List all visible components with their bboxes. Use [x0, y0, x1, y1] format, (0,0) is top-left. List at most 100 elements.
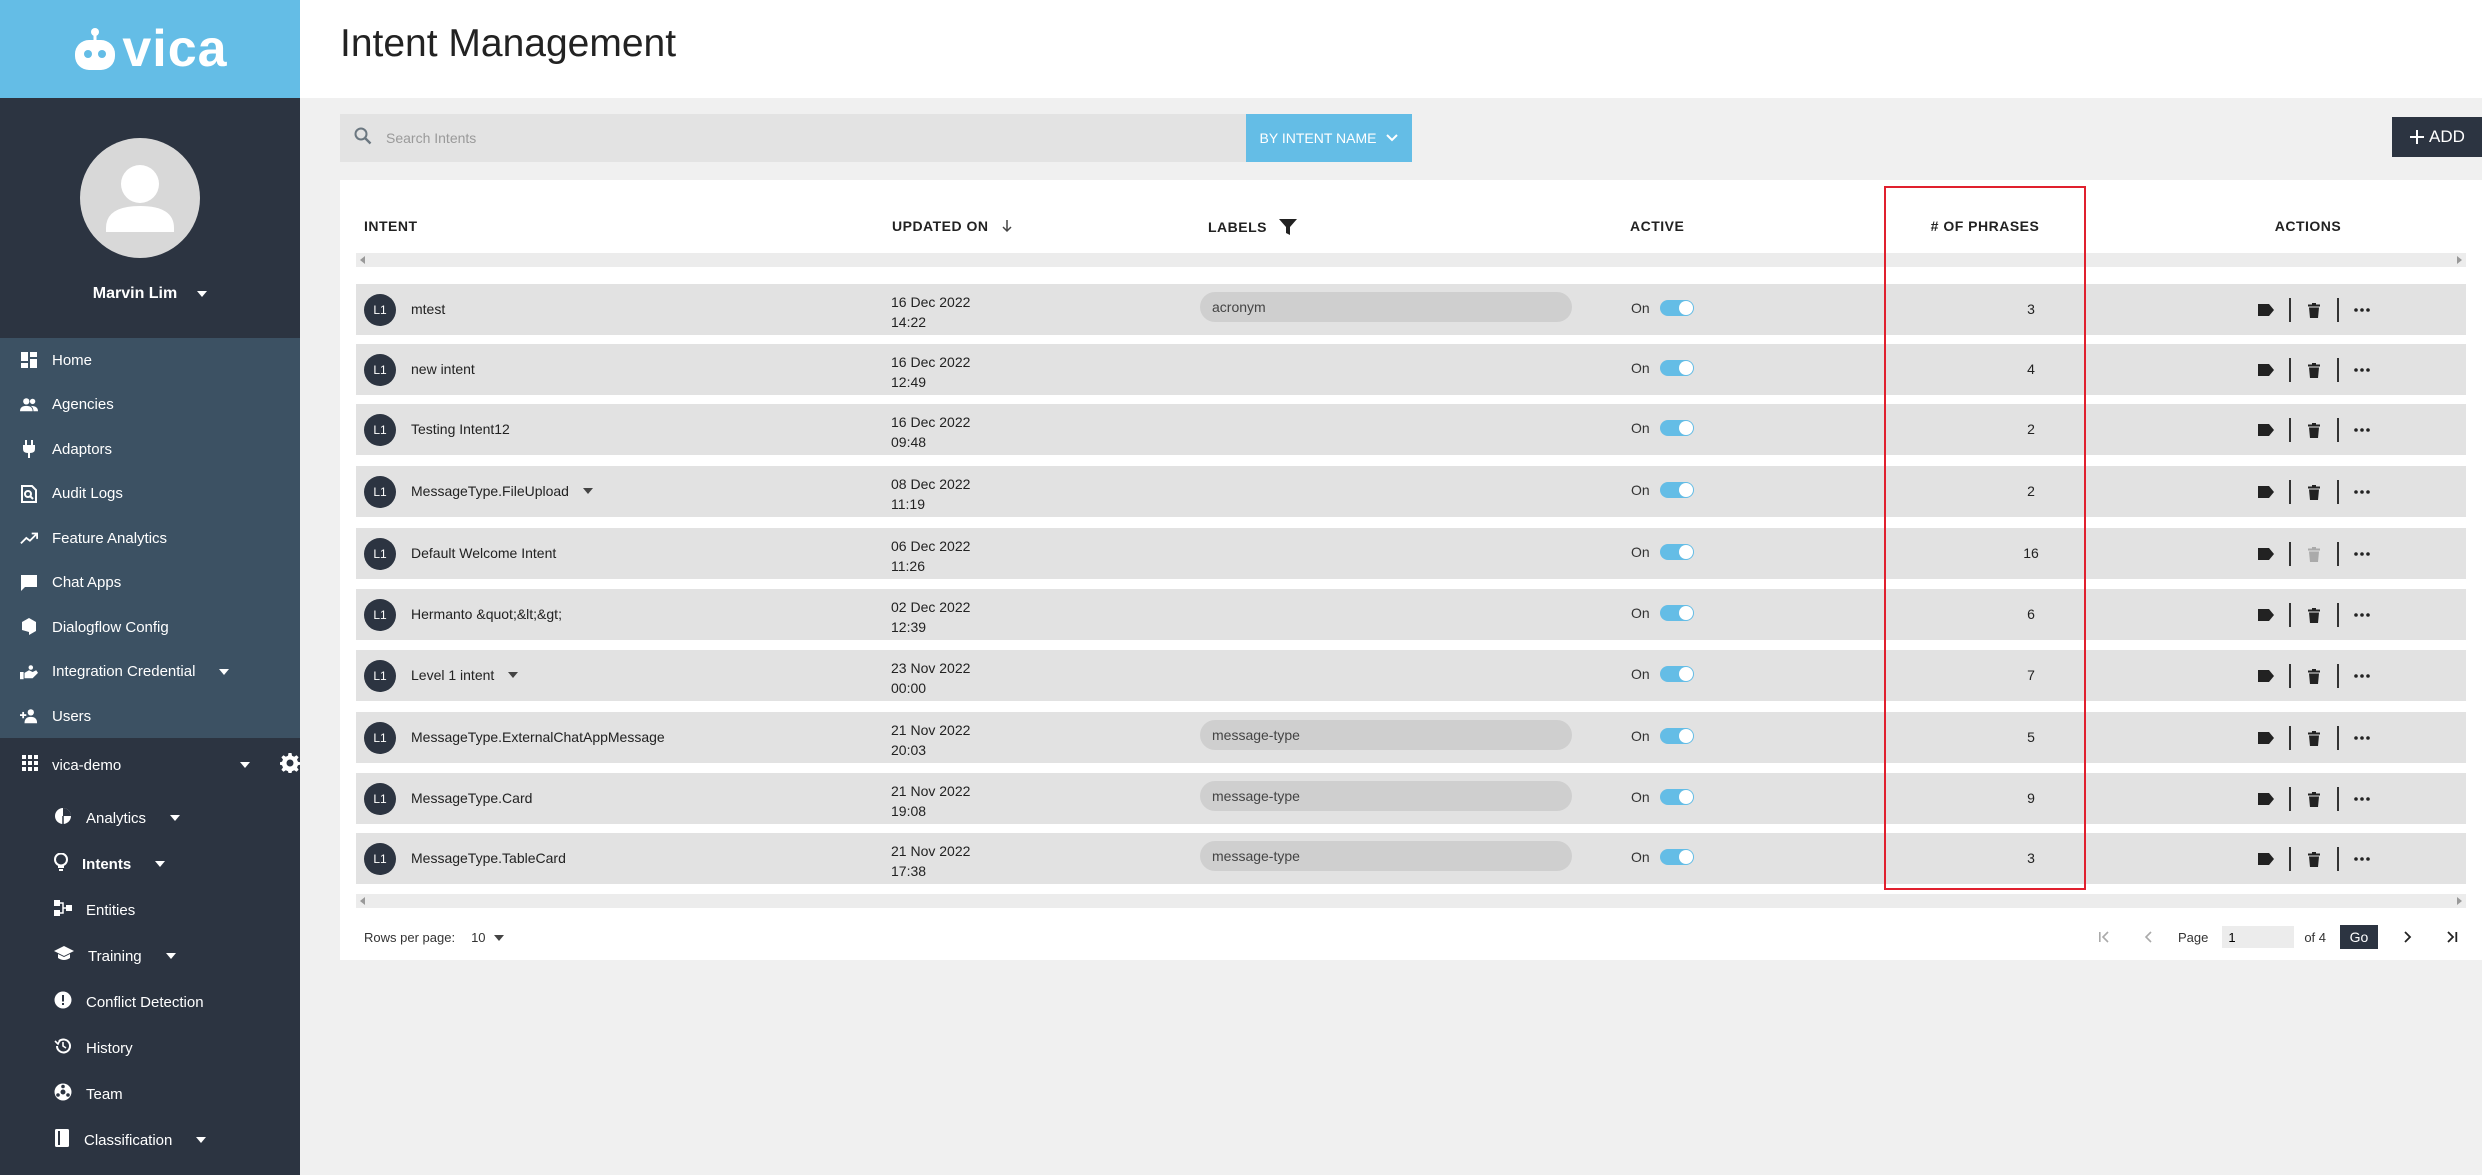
delete-icon[interactable]	[2302, 603, 2326, 627]
chevron-down-icon[interactable]	[240, 762, 250, 768]
table-row[interactable]: L1 MessageType.TableCard 21 Nov 2022 17:38 m…	[356, 833, 2466, 884]
label-chip[interactable]: message-type	[1200, 841, 1572, 871]
search-input[interactable]	[386, 130, 1206, 146]
more-options-icon[interactable]	[2350, 298, 2374, 322]
nav-item-classification[interactable]: Classification	[0, 1117, 300, 1163]
label-tag-icon[interactable]	[2254, 787, 2278, 811]
col-header-labels[interactable]: LABELS	[1208, 218, 1297, 236]
more-options-icon[interactable]	[2350, 847, 2374, 871]
active-toggle[interactable]	[1659, 666, 1694, 682]
search-filter-dropdown[interactable]: BY INTENT NAME	[1246, 114, 1412, 162]
label-tag-icon[interactable]	[2254, 542, 2278, 566]
rows-per-page-select[interactable]: 10	[471, 930, 504, 945]
label-tag-icon[interactable]	[2254, 726, 2278, 750]
active-toggle[interactable]	[1659, 360, 1694, 376]
next-page-icon[interactable]	[2392, 922, 2422, 952]
active-toggle[interactable]	[1659, 482, 1694, 498]
more-options-icon[interactable]	[2350, 787, 2374, 811]
table-row[interactable]: L1 MessageType.FileUpload 08 Dec 2022 11:19…	[356, 466, 2466, 517]
col-header-phrases[interactable]: # OF PHRASES	[1885, 218, 2085, 234]
nav-item-dialogflow-config[interactable]: Dialogflow Config	[0, 605, 300, 650]
label-tag-icon[interactable]	[2254, 298, 2278, 322]
active-toggle[interactable]	[1659, 849, 1694, 865]
delete-icon[interactable]	[2302, 726, 2326, 750]
nav-item-agencies[interactable]: Agencies	[0, 383, 300, 428]
more-options-icon[interactable]	[2350, 542, 2374, 566]
label-tag-icon[interactable]	[2254, 358, 2278, 382]
col-header-intent[interactable]: INTENT	[364, 218, 418, 234]
nav-item-history[interactable]: History	[0, 1025, 300, 1071]
nav-item-team[interactable]: Team	[0, 1071, 300, 1117]
more-options-icon[interactable]	[2350, 726, 2374, 750]
page-number-input[interactable]	[2222, 926, 2295, 948]
delete-icon[interactable]	[2302, 358, 2326, 382]
intent-name-cell[interactable]: MessageType.TableCard	[411, 850, 566, 866]
user-menu[interactable]: Marvin Lim	[0, 285, 300, 303]
add-intent-button[interactable]: ADD	[2392, 117, 2482, 157]
intent-name-cell[interactable]: MessageType.FileUpload	[411, 483, 593, 499]
scroll-left-icon[interactable]	[360, 256, 365, 264]
table-row[interactable]: L1 MessageType.Card 21 Nov 2022 19:08 messag…	[356, 773, 2466, 824]
gear-icon[interactable]	[280, 753, 300, 777]
label-chip[interactable]: message-type	[1200, 720, 1572, 750]
active-toggle[interactable]	[1659, 605, 1694, 621]
table-row[interactable]: L1 Default Welcome Intent 06 Dec 2022 11:26…	[356, 528, 2466, 579]
intent-name-cell[interactable]: Testing Intent12	[411, 421, 510, 437]
more-options-icon[interactable]	[2350, 358, 2374, 382]
table-row[interactable]: L1 Level 1 intent 23 Nov 2022 00:00 On 7	[356, 650, 2466, 701]
active-toggle[interactable]	[1659, 728, 1694, 744]
sort-arrow-down-icon[interactable]	[1001, 219, 1013, 233]
delete-icon[interactable]	[2302, 664, 2326, 688]
nav-item-intents[interactable]: Intents	[0, 841, 300, 887]
active-toggle[interactable]	[1659, 420, 1694, 436]
delete-icon[interactable]	[2302, 787, 2326, 811]
more-options-icon[interactable]	[2350, 603, 2374, 627]
horizontal-scrollbar-bottom[interactable]	[356, 894, 2466, 908]
scroll-left-icon[interactable]	[360, 897, 365, 905]
intent-name-cell[interactable]: MessageType.Card	[411, 790, 532, 806]
table-row[interactable]: L1 mtest 16 Dec 2022 14:22 acronym On 3	[356, 284, 2466, 335]
label-tag-icon[interactable]	[2254, 603, 2278, 627]
nav-item-integration-credential[interactable]: Integration Credential	[0, 650, 300, 695]
nav-item-conflict-detection[interactable]: Conflict Detection	[0, 979, 300, 1025]
logo[interactable]: vica	[72, 19, 227, 79]
more-options-icon[interactable]	[2350, 418, 2374, 442]
nav-item-users[interactable]: Users	[0, 694, 300, 739]
workspace-selector[interactable]: vica-demo	[0, 745, 300, 785]
nav-item-entities[interactable]: Entities	[0, 887, 300, 933]
active-toggle[interactable]	[1659, 789, 1694, 805]
scroll-right-icon[interactable]	[2457, 256, 2462, 264]
table-row[interactable]: L1 new intent 16 Dec 2022 12:49 On 4	[356, 344, 2466, 395]
label-tag-icon[interactable]	[2254, 847, 2278, 871]
last-page-icon[interactable]	[2436, 922, 2466, 952]
delete-icon[interactable]	[2302, 480, 2326, 504]
table-row[interactable]: L1 Hermanto &quot;&lt;&gt; 02 Dec 2022 12:3…	[356, 589, 2466, 640]
filter-icon[interactable]	[1279, 218, 1297, 236]
previous-page-icon[interactable]	[2134, 922, 2164, 952]
active-toggle[interactable]	[1659, 544, 1694, 560]
intent-name-cell[interactable]: mtest	[411, 301, 445, 317]
col-header-updated-on[interactable]: UPDATED ON	[892, 218, 1013, 234]
intent-name-cell[interactable]: MessageType.ExternalChatAppMessage	[411, 729, 665, 745]
nav-item-audit-logs[interactable]: Audit Logs	[0, 472, 300, 517]
nav-item-chat-apps[interactable]: Chat Apps	[0, 561, 300, 606]
more-options-icon[interactable]	[2350, 480, 2374, 504]
nav-item-training[interactable]: Training	[0, 933, 300, 979]
active-toggle[interactable]	[1659, 300, 1694, 316]
label-tag-icon[interactable]	[2254, 418, 2278, 442]
nav-item-analytics[interactable]: Analytics	[0, 795, 300, 841]
delete-icon[interactable]	[2302, 418, 2326, 442]
chevron-down-icon[interactable]	[582, 488, 593, 494]
intent-name-cell[interactable]: Level 1 intent	[411, 667, 519, 683]
nav-item-home[interactable]: Home	[0, 338, 300, 383]
avatar[interactable]	[80, 138, 200, 258]
chevron-down-icon[interactable]	[508, 672, 519, 678]
first-page-icon[interactable]	[2090, 922, 2120, 952]
delete-icon[interactable]	[2302, 847, 2326, 871]
scroll-right-icon[interactable]	[2457, 897, 2462, 905]
intent-name-cell[interactable]: Default Welcome Intent	[411, 545, 556, 561]
intent-name-cell[interactable]: new intent	[411, 361, 475, 377]
delete-icon[interactable]	[2302, 298, 2326, 322]
intent-name-cell[interactable]: Hermanto &quot;&lt;&gt;	[411, 606, 562, 622]
label-tag-icon[interactable]	[2254, 664, 2278, 688]
